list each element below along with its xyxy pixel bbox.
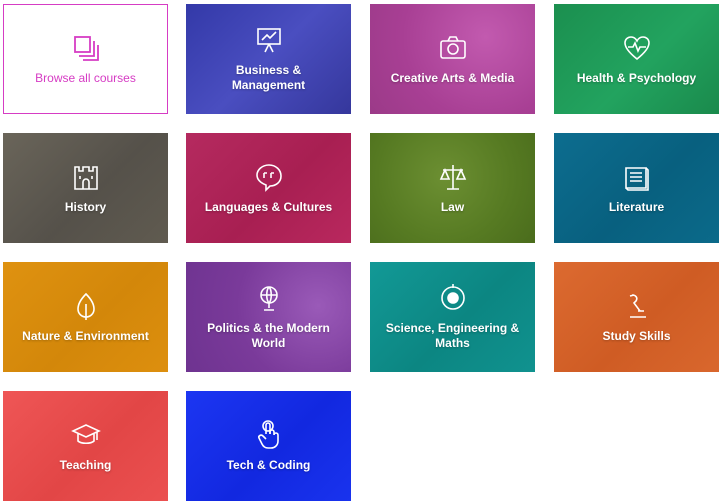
atom-icon [438,283,468,313]
scales-icon [438,162,468,192]
business-management-tile[interactable]: Business & Management [186,4,351,114]
tile-label: Politics & the Modern World [207,321,330,350]
desk-lamp-icon [622,291,652,321]
tile-label: Health & Psychology [576,70,697,85]
tile-label: Browse all courses [35,70,136,85]
tile-label: Teaching [59,457,112,472]
politics-modern-world-tile[interactable]: Politics & the Modern World [186,262,351,372]
course-category-grid: Browse all courses Business & Management… [0,0,720,503]
science-engineering-maths-tile[interactable]: Science, Engineering & Maths [370,262,535,372]
languages-cultures-tile[interactable]: Languages & Cultures [186,133,351,243]
globe-icon [254,283,284,313]
tile-label: Tech & Coding [226,457,311,472]
speech-bubble-icon [254,162,284,192]
study-skills-tile[interactable]: Study Skills [554,262,719,372]
creative-arts-media-tile[interactable]: Creative Arts & Media [370,4,535,114]
browse-all-courses-tile[interactable]: Browse all courses [3,4,168,114]
tile-label: Creative Arts & Media [390,70,515,85]
tile-label: Languages & Cultures [204,199,333,214]
law-tile[interactable]: Law [370,133,535,243]
stacked-pages-icon [71,33,101,63]
castle-icon [71,162,101,192]
presentation-board-icon [254,25,284,55]
camera-icon [438,33,468,63]
health-psychology-tile[interactable]: Health & Psychology [554,4,719,114]
tile-label: Study Skills [602,328,671,343]
tile-label: Law [440,199,465,214]
teaching-tile[interactable]: Teaching [3,391,168,501]
tile-label: Science, Engineering & Maths [385,321,520,350]
heart-pulse-icon [622,33,652,63]
leaf-icon [71,291,101,321]
tile-label: History [64,199,107,214]
history-tile[interactable]: History [3,133,168,243]
tile-label: Business & Management [231,63,306,92]
open-book-icon [622,162,652,192]
graduation-cap-icon [70,420,101,450]
tile-label: Literature [608,199,665,214]
pointer-hand-icon [254,419,284,450]
nature-environment-tile[interactable]: Nature & Environment [3,262,168,372]
tile-label: Nature & Environment [22,328,149,343]
tech-coding-tile[interactable]: Tech & Coding [186,391,351,501]
literature-tile[interactable]: Literature [554,133,719,243]
